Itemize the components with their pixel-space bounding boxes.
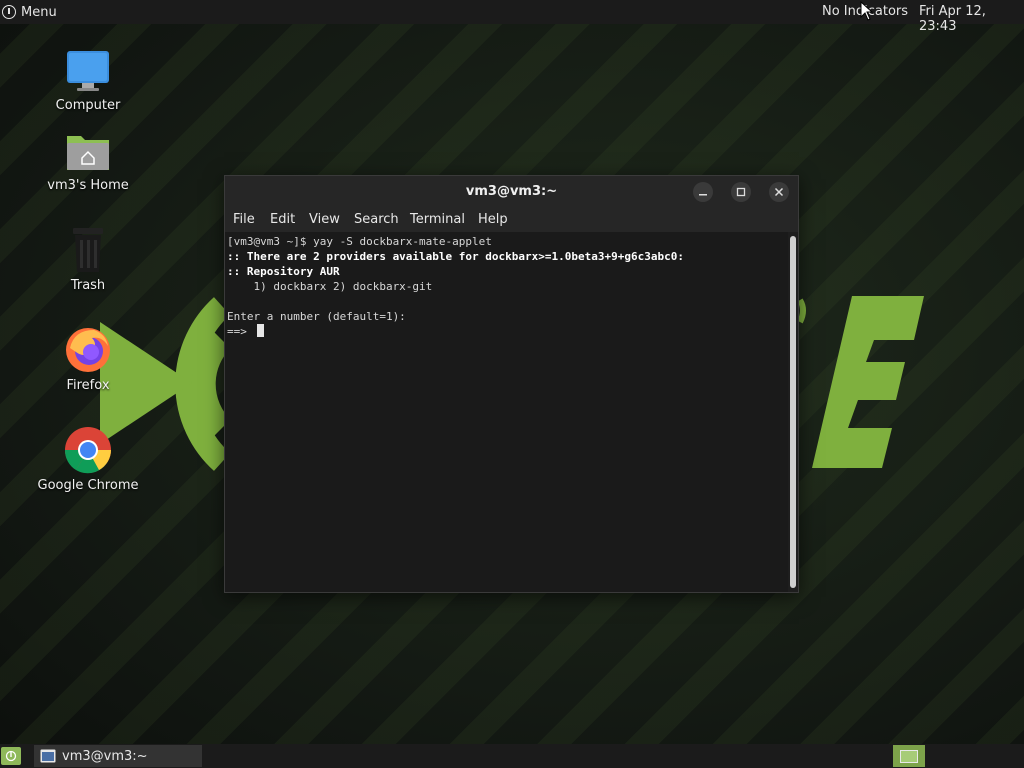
taskbar-item-label: vm3@vm3:~ [62,748,148,764]
terminal-line: 1) dockbarx 2) dockbarx-git [227,280,433,293]
terminal-output[interactable]: [vm3@vm3 ~]$ yay -S dockbarx-mate-applet… [225,232,788,592]
terminal-window[interactable]: vm3@vm3:~ File Edit View Search Terminal… [224,175,799,593]
menu-icon [2,5,16,19]
show-desktop-icon [5,750,17,762]
desktop-icon-trash[interactable]: Trash [28,226,148,293]
menu-terminal[interactable]: Terminal [410,212,465,227]
menu-view[interactable]: View [309,212,340,227]
close-icon [774,187,784,197]
mouse-pointer-icon [860,1,874,21]
menu-edit[interactable]: Edit [270,212,295,227]
terminal-line: Enter a number (default=1): [227,310,406,323]
terminal-line: :: Repository AUR [227,265,340,278]
minimize-button[interactable] [693,182,713,202]
desktop-icon-home[interactable]: vm3's Home [28,128,148,193]
terminal-cursor [256,324,264,337]
close-button[interactable] [769,182,789,202]
computer-icon [67,51,109,91]
desktop-icon-computer[interactable]: Computer [28,48,148,113]
bottom-panel: vm3@vm3:~ [0,744,1024,768]
desktop-icon-chrome[interactable]: Google Chrome [28,426,148,493]
terminal-line: :: There are 2 providers available for d… [227,250,684,263]
maximize-icon [736,187,746,197]
maximize-button[interactable] [731,182,751,202]
show-desktop-button[interactable] [1,747,21,765]
terminal-menubar: File Edit View Search Terminal Help [225,207,798,232]
workspace-switcher[interactable] [893,745,925,767]
desktop-icon-label: Google Chrome [37,478,139,493]
home-folder-icon [67,136,109,170]
menu-help[interactable]: Help [478,212,508,227]
minimize-icon [699,194,707,196]
chrome-icon [64,427,111,474]
terminal-line: [vm3@vm3 ~]$ yay -S dockbarx-mate-applet [227,235,492,248]
menu-file[interactable]: File [233,212,255,227]
terminal-window-icon [40,749,56,763]
desktop-icon-label: Computer [55,98,121,113]
terminal-prompt-line: ==> [227,324,788,339]
desktop-icon-firefox[interactable]: Firefox [28,326,148,393]
main-menu-button[interactable]: Menu [2,0,63,24]
terminal-scrollbar[interactable] [790,236,796,588]
taskbar-item-terminal[interactable]: vm3@vm3:~ [34,745,202,767]
firefox-icon [66,328,110,372]
clock[interactable]: Fri Apr 12, 23:43 [919,4,1024,34]
menu-search[interactable]: Search [354,212,399,227]
window-titlebar[interactable]: vm3@vm3:~ [225,176,798,207]
desktop-icon-label: Firefox [66,378,110,393]
top-panel: Menu No Indicators Fri Apr 12, 23:43 [0,0,1024,34]
workspace-icon [900,749,918,763]
desktop-icon-label: vm3's Home [47,178,129,193]
trash-icon [73,228,103,272]
menu-label: Menu [21,4,57,20]
desktop-icon-label: Trash [70,278,106,293]
terminal-prompt: ==> [227,325,254,338]
